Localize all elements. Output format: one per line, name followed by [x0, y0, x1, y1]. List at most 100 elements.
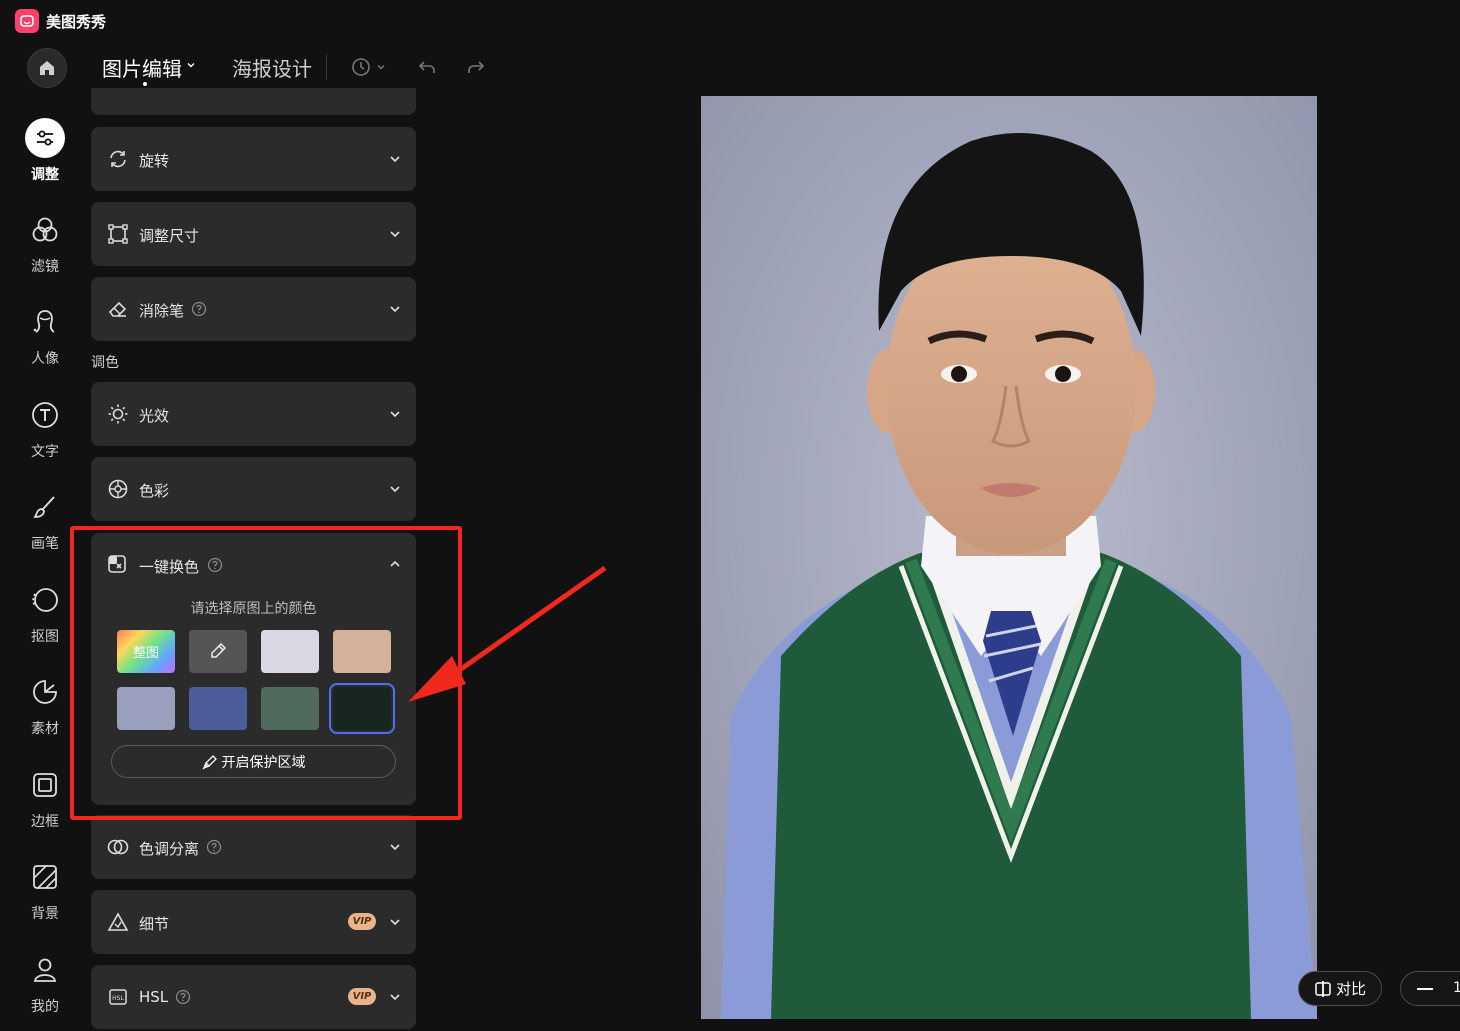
card-label: HSL: [139, 988, 169, 1006]
nav-portrait[interactable]: 人像: [0, 302, 90, 368]
photo-canvas[interactable]: [701, 96, 1317, 1019]
chevron-down-icon[interactable]: [185, 59, 197, 71]
card-label: 细节: [139, 915, 170, 933]
card-label: 色彩: [139, 482, 170, 500]
nav-mine[interactable]: 我的: [0, 950, 90, 1016]
tab-image-edit[interactable]: 图片编辑: [102, 53, 182, 82]
help-icon[interactable]: [206, 839, 222, 855]
card-split-tone[interactable]: 色调分离: [91, 815, 416, 879]
color-icon: [107, 478, 129, 500]
nav-sticker[interactable]: 素材: [0, 672, 90, 738]
filter-icon: [25, 210, 65, 250]
undo-button[interactable]: [416, 56, 438, 78]
chevron-down-icon: [390, 156, 400, 163]
vip-badge: VIP: [348, 988, 376, 1005]
color-swatch[interactable]: [117, 687, 175, 730]
chevron-down-icon: [377, 65, 385, 70]
chevron-up-icon[interactable]: [388, 557, 402, 571]
card-detail[interactable]: 细节 VIP: [91, 890, 416, 954]
card-resize[interactable]: 调整尺寸: [91, 202, 416, 266]
text-icon: [25, 395, 65, 435]
color-swatch[interactable]: [189, 687, 247, 730]
color-swatch[interactable]: [261, 687, 319, 730]
section-label-tone: 调色: [91, 355, 119, 371]
enable-protect-area-button[interactable]: 开启保护区域: [111, 745, 396, 778]
card-label: 消除笔: [139, 302, 185, 320]
history-icon: [352, 58, 370, 76]
card-color[interactable]: 色彩: [91, 457, 416, 521]
portrait-photo: [701, 96, 1317, 1019]
protect-label: 开启保护区域: [221, 754, 306, 771]
color-swatch[interactable]: [333, 630, 391, 673]
meitu-logo-icon: [15, 9, 39, 33]
background-icon: [25, 857, 65, 897]
card-label: 旋转: [139, 152, 170, 170]
annotation-arrow: [408, 565, 607, 702]
hsl-icon: HSL: [107, 986, 129, 1008]
split-tone-icon: [107, 836, 129, 858]
chevron-down-icon: [390, 411, 400, 418]
zoom-control[interactable]: 1: [1400, 971, 1460, 1006]
recolor-hint: 请选择原图上的颜色: [190, 601, 317, 617]
card-label: 调整尺寸: [139, 227, 200, 245]
nav-filter[interactable]: 滤镜: [0, 210, 90, 276]
card-light[interactable]: 光效: [91, 382, 416, 446]
nav-frame[interactable]: 边框: [0, 765, 90, 831]
chevron-down-icon: [390, 994, 400, 1001]
history-dropdown[interactable]: [374, 56, 388, 78]
swatch-label: 整图: [132, 646, 159, 661]
tab-poster-design[interactable]: 海报设计: [232, 53, 312, 82]
title-bar: 美图秀秀: [0, 0, 1460, 42]
card-hsl[interactable]: HSL HSL VIP: [91, 965, 416, 1029]
nav-label: 文字: [31, 444, 59, 460]
color-swatch[interactable]: [261, 630, 319, 673]
detail-icon: [107, 911, 129, 933]
card-eraser[interactable]: 消除笔: [91, 277, 416, 341]
chevron-down-icon: [390, 231, 400, 238]
home-button[interactable]: [27, 48, 67, 88]
sticker-icon: [25, 672, 65, 712]
home-icon: [40, 61, 54, 75]
light-icon: [107, 403, 129, 425]
protect-brush-icon: [202, 754, 217, 769]
compare-button[interactable]: 对比: [1298, 971, 1382, 1006]
eraser-icon: [107, 298, 129, 320]
nav-text[interactable]: 文字: [0, 395, 90, 461]
app-name: 美图秀秀: [46, 13, 107, 31]
collapsed-card-partial: [91, 88, 416, 115]
brush-icon: [25, 487, 65, 527]
undo-icon: [418, 61, 435, 73]
redo-icon: [468, 61, 485, 73]
card-label: 光效: [139, 407, 170, 425]
chevron-down-icon: [390, 844, 400, 851]
card-one-click-recolor: 一键换色 请选择原图上的颜色 整图 开启保护区域: [91, 533, 416, 805]
compare-icon: [1315, 980, 1331, 997]
nav-label: 我的: [31, 999, 59, 1015]
nav-brush[interactable]: 画笔: [0, 487, 90, 553]
swatch-whole-image[interactable]: 整图: [117, 630, 175, 673]
compare-label: 对比: [1335, 980, 1366, 998]
card-rotate[interactable]: 旋转: [91, 127, 416, 191]
card-title: 一键换色: [139, 558, 200, 576]
nav-label: 抠图: [31, 629, 59, 645]
history-button[interactable]: [350, 56, 372, 78]
nav-label: 素材: [31, 721, 59, 737]
help-icon[interactable]: [175, 989, 191, 1005]
nav-cutout[interactable]: 抠图: [0, 580, 90, 646]
active-tab-indicator: [143, 82, 147, 86]
nav-label: 滤镜: [31, 259, 59, 275]
eyedropper-button[interactable]: [189, 630, 247, 673]
zoom-level: 1: [1453, 980, 1460, 996]
nav-label: 边框: [31, 814, 59, 830]
nav-adjust[interactable]: 调整: [0, 118, 90, 184]
redo-button[interactable]: [465, 56, 487, 78]
nav-label: 人像: [31, 351, 59, 367]
zoom-out-icon[interactable]: [1417, 988, 1433, 990]
color-swatch[interactable]: [329, 683, 395, 734]
nav-label: 背景: [31, 906, 59, 922]
nav-background[interactable]: 背景: [0, 857, 90, 923]
chevron-down-icon: [390, 306, 400, 313]
help-icon[interactable]: [207, 557, 223, 573]
help-icon[interactable]: [191, 301, 207, 317]
adjust-icon: [25, 118, 65, 158]
